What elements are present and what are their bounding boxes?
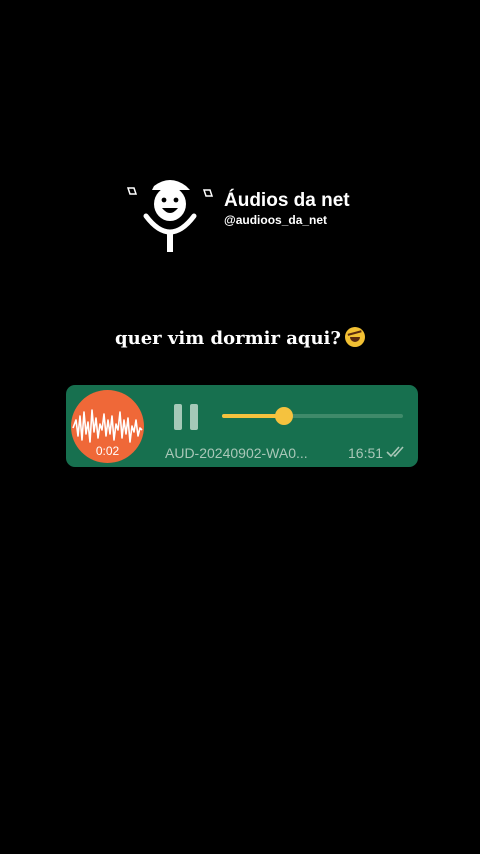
audio-duration: 0:02 xyxy=(95,444,120,458)
pause-button[interactable] xyxy=(174,404,200,430)
brand-header: Áudios da net @audioos_da_net xyxy=(124,176,384,256)
audio-progress-thumb[interactable] xyxy=(274,407,293,425)
message-time: 16:51 xyxy=(348,445,384,461)
audio-avatar: 0:02 xyxy=(71,390,144,463)
brand-title: Áudios da net xyxy=(224,190,350,211)
brand-handle: @audioos_da_net xyxy=(224,213,328,227)
caption-text: quer vim dormir aqui? xyxy=(115,328,341,349)
caption: quer vim dormir aqui? xyxy=(0,327,480,349)
laughing-emoji-icon xyxy=(344,327,365,347)
audio-progress-slider[interactable] xyxy=(222,407,403,425)
double-check-icon xyxy=(386,446,404,458)
pause-icon xyxy=(174,404,182,430)
microphone-mascot-icon xyxy=(126,180,214,252)
audio-file-name: AUD-20240902-WA0... xyxy=(165,445,308,461)
voice-message-bubble[interactable]: 0:02 AUD-20240902-WA0... 16:51 xyxy=(66,385,418,467)
